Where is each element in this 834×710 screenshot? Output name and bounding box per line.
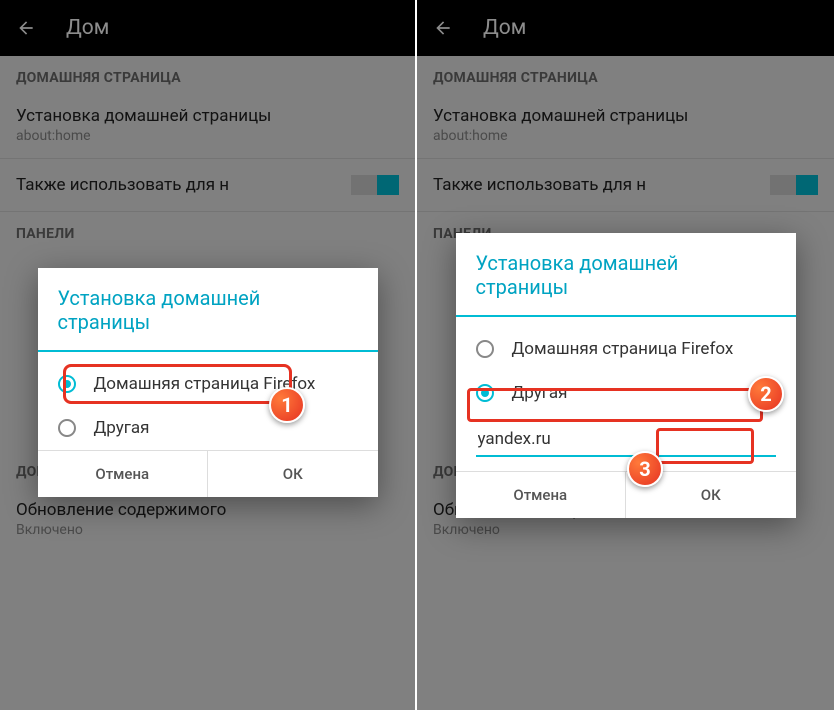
radio-label: Другая bbox=[94, 418, 150, 438]
radio-icon[interactable] bbox=[476, 340, 494, 358]
cancel-button[interactable]: Отмена bbox=[38, 451, 209, 497]
divider bbox=[38, 350, 378, 352]
divider bbox=[456, 315, 796, 317]
ok-button[interactable]: ОК bbox=[208, 451, 378, 497]
annotation-highlight bbox=[63, 364, 292, 404]
step-badge-3: 3 bbox=[627, 451, 663, 487]
dialog-title: Установка домашней страницы bbox=[456, 233, 796, 315]
dialog-homepage: Установка домашней страницы Домашняя стр… bbox=[456, 233, 796, 518]
radio-icon[interactable] bbox=[58, 419, 76, 437]
screenshot-left: Дом ДОМАШНЯЯ СТРАНИЦА Установка домашней… bbox=[0, 0, 417, 710]
screenshot-right: Дом ДОМАШНЯЯ СТРАНИЦА Установка домашней… bbox=[417, 0, 834, 710]
dialog-buttons: Отмена ОК bbox=[456, 471, 796, 518]
radio-firefox-home[interactable]: Домашняя страница Firefox bbox=[456, 327, 796, 371]
step-badge-1: 1 bbox=[269, 387, 305, 423]
radio-label: Домашняя страница Firefox bbox=[512, 339, 734, 359]
dialog-buttons: Отмена ОК bbox=[38, 450, 378, 497]
annotation-highlight bbox=[656, 428, 754, 464]
radio-other[interactable]: Другая bbox=[38, 406, 378, 450]
cancel-button[interactable]: Отмена bbox=[456, 472, 627, 518]
dialog-title: Установка домашней страницы bbox=[38, 268, 378, 350]
step-badge-2: 2 bbox=[748, 376, 784, 412]
annotation-highlight bbox=[467, 388, 763, 422]
